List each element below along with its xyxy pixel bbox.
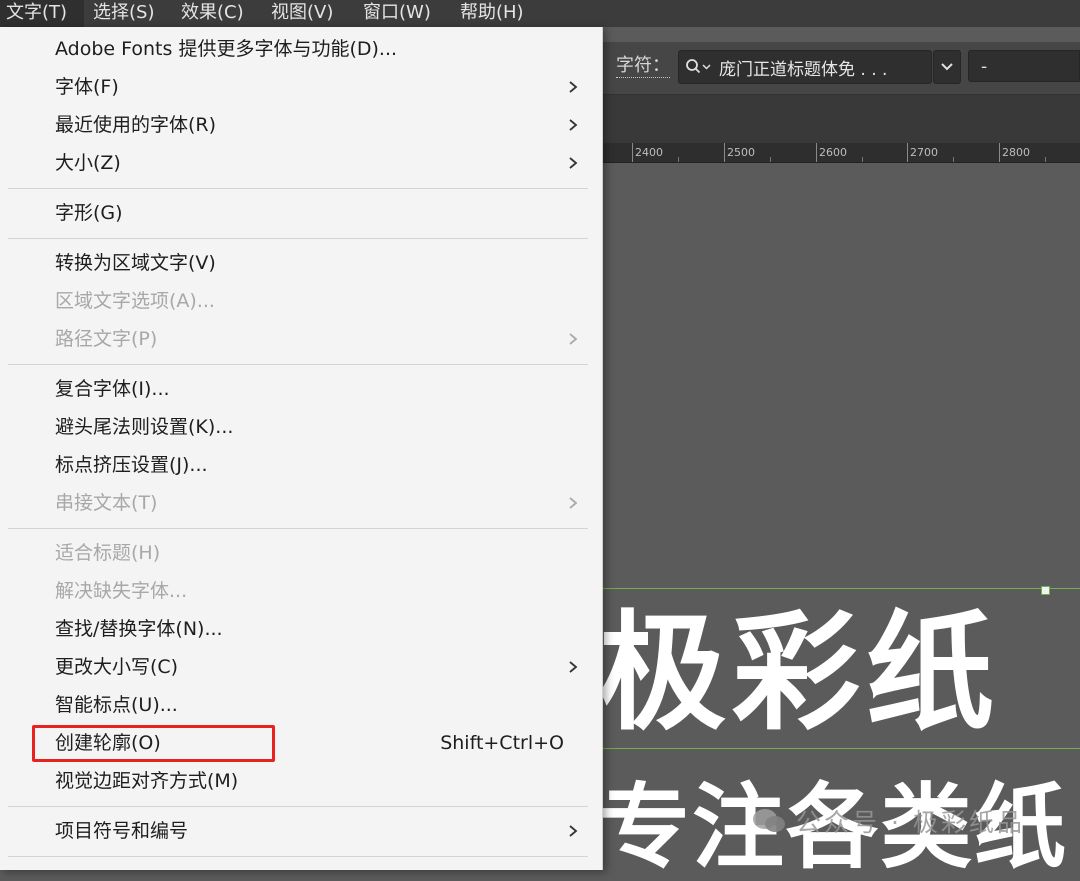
chevron-right-icon bbox=[569, 119, 578, 131]
search-icon[interactable] bbox=[679, 58, 719, 76]
ruler-tick bbox=[632, 143, 633, 162]
watermark-text: 公众号 · 极彩纸品 bbox=[796, 808, 1025, 837]
menu-item-label: 转换为区域文字(V) bbox=[55, 252, 216, 274]
menu-item-find-replace-font[interactable]: 查找/替换字体(N)... bbox=[0, 611, 602, 647]
font-style-field[interactable]: - bbox=[968, 50, 1080, 82]
chevron-right-icon bbox=[569, 81, 578, 93]
highlight-annotation-box bbox=[32, 725, 275, 762]
menu-item-bullets-numbering[interactable]: 项目符号和编号 bbox=[0, 813, 602, 849]
headline-text[interactable]: 极彩纸 bbox=[598, 599, 1000, 749]
ruler-label: 2500 bbox=[727, 146, 755, 159]
ruler-tick-minor bbox=[1045, 157, 1046, 162]
menu-item-label: 查找/替换字体(N)... bbox=[55, 618, 223, 640]
menu-help[interactable]: 帮助(H) bbox=[458, 0, 540, 27]
menu-item-adobe-fonts[interactable]: Adobe Fonts 提供更多字体与功能(D)... bbox=[0, 31, 602, 67]
menu-item-area-type-options: 区域文字选项(A)... bbox=[0, 283, 602, 319]
font-family-dropdown-button[interactable] bbox=[933, 50, 961, 84]
menu-separator bbox=[8, 364, 588, 365]
menu-item-label: 解决缺失字体... bbox=[55, 580, 188, 602]
menu-item-label: Adobe Fonts 提供更多字体与功能(D)... bbox=[55, 38, 398, 60]
menu-item-type-on-path: 路径文字(P) bbox=[0, 321, 602, 357]
menu-bar: 文字(T) 选择(S) 效果(C) 视图(V) 窗口(W) 帮助(H) bbox=[0, 0, 1080, 27]
ruler-tick bbox=[999, 143, 1000, 162]
ruler-label: 2700 bbox=[910, 146, 938, 159]
menu-separator bbox=[8, 806, 588, 807]
ruler-tick bbox=[907, 143, 908, 162]
menu-item-label: 区域文字选项(A)... bbox=[55, 290, 215, 312]
menu-item-threaded-text: 串接文本(T) bbox=[0, 485, 602, 521]
menu-item-convert-area-type[interactable]: 转换为区域文字(V) bbox=[0, 245, 602, 281]
wechat-icon bbox=[753, 809, 785, 832]
menu-item-label: 项目符号和编号 bbox=[55, 820, 189, 842]
menu-item-label: 字体(F) bbox=[55, 76, 119, 98]
ruler-tick-minor bbox=[770, 157, 771, 162]
menu-separator bbox=[8, 188, 588, 189]
menu-item-optical-margin-alignment[interactable]: 视觉边距对齐方式(M) bbox=[0, 763, 602, 799]
menu-window[interactable]: 窗口(W) bbox=[359, 0, 458, 27]
chevron-right-icon bbox=[569, 497, 578, 509]
menu-item-label: 复合字体(I)... bbox=[55, 378, 170, 400]
menu-item-label: 大小(Z) bbox=[55, 152, 121, 174]
font-family-value: 庞门正道标题体免 . . . bbox=[719, 59, 888, 80]
ruler-tick-minor bbox=[678, 157, 679, 162]
menu-item-label: 串接文本(T) bbox=[55, 492, 158, 514]
ruler-tick bbox=[724, 143, 725, 162]
menu-separator bbox=[8, 856, 588, 857]
ruler-tick bbox=[816, 143, 817, 162]
menu-item-fit-headline: 适合标题(H) bbox=[0, 535, 602, 571]
chevron-right-icon bbox=[569, 825, 578, 837]
menu-item-kinsoku-settings[interactable]: 避头尾法则设置(K)... bbox=[0, 409, 602, 445]
watermark: 公众号 · 极彩纸品 bbox=[752, 803, 1025, 839]
chevron-right-icon bbox=[569, 661, 578, 673]
font-family-field[interactable]: 庞门正道标题体免 . . . bbox=[678, 50, 932, 84]
menu-text[interactable]: 文字(T) bbox=[0, 0, 84, 27]
chevron-down-icon bbox=[941, 63, 953, 71]
menu-item-font[interactable]: 字体(F) bbox=[0, 69, 602, 105]
ruler-label: 2800 bbox=[1002, 146, 1030, 159]
menu-item-label: 路径文字(P) bbox=[55, 328, 158, 350]
ruler-tick-minor bbox=[953, 157, 954, 162]
menu-item-label: 最近使用的字体(R) bbox=[55, 114, 217, 136]
menu-item-composite-fonts[interactable]: 复合字体(I)... bbox=[0, 371, 602, 407]
ruler-label: 2600 bbox=[819, 146, 847, 159]
character-label[interactable]: 字符： bbox=[616, 55, 670, 78]
menu-separator bbox=[8, 238, 588, 239]
text-menu-dropdown: Adobe Fonts 提供更多字体与功能(D)... 字体(F) 最近使用的字… bbox=[0, 27, 603, 870]
menu-select[interactable]: 选择(S) bbox=[84, 0, 179, 27]
menu-item-size[interactable]: 大小(Z) bbox=[0, 145, 602, 181]
menu-item-glyphs[interactable]: 字形(G) bbox=[0, 195, 602, 231]
menu-view[interactable]: 视图(V) bbox=[268, 0, 359, 27]
chevron-right-icon bbox=[569, 157, 578, 169]
chevron-right-icon bbox=[569, 333, 578, 345]
selection-anchor-handle[interactable] bbox=[1041, 586, 1050, 595]
menu-item-label: 视觉边距对齐方式(M) bbox=[55, 770, 239, 792]
menu-item-recent-fonts[interactable]: 最近使用的字体(R) bbox=[0, 107, 602, 143]
menu-effect[interactable]: 效果(C) bbox=[179, 0, 268, 27]
menu-item-resolve-missing-fonts: 解决缺失字体... bbox=[0, 573, 602, 609]
menu-item-label: 字形(G) bbox=[55, 202, 123, 224]
ruler-tick-minor bbox=[862, 157, 863, 162]
menu-separator bbox=[8, 528, 588, 529]
menu-item-label: 智能标点(U)... bbox=[55, 694, 178, 716]
menu-item-label: 适合标题(H) bbox=[55, 542, 161, 564]
menu-item-smart-punctuation[interactable]: 智能标点(U)... bbox=[0, 687, 602, 723]
menu-item-label: 更改大小写(C) bbox=[55, 656, 179, 678]
menu-item-shortcut: Shift+Ctrl+O bbox=[440, 732, 564, 754]
menu-item-mojikumi-settings[interactable]: 标点挤压设置(J)... bbox=[0, 447, 602, 483]
menu-item-label: 避头尾法则设置(K)... bbox=[55, 416, 234, 438]
menu-item-change-case[interactable]: 更改大小写(C) bbox=[0, 649, 602, 685]
ruler-label: 2400 bbox=[635, 146, 663, 159]
menu-item-label: 标点挤压设置(J)... bbox=[55, 454, 208, 476]
